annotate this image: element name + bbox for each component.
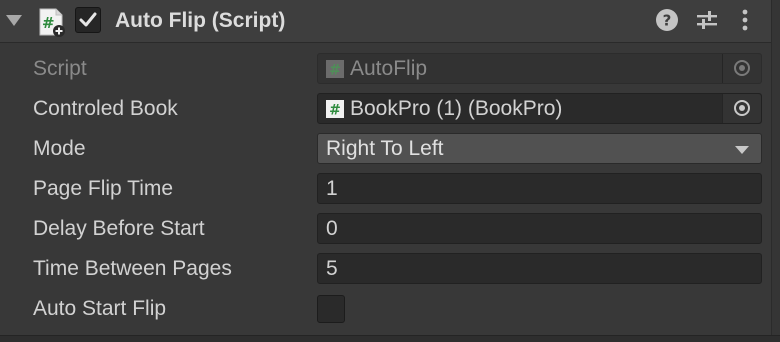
field-row-time-between-pages: Time Between Pages 5 (0, 249, 772, 289)
object-picker-button[interactable] (722, 94, 761, 123)
script-hash-icon: # (326, 100, 344, 119)
svg-text:?: ? (663, 12, 672, 30)
field-row-delay-before-start: Delay Before Start 0 (0, 209, 772, 249)
field-label-delay-before-start[interactable]: Delay Before Start (33, 216, 205, 242)
time-between-pages-value: 5 (326, 257, 338, 280)
object-picker-icon (734, 60, 750, 76)
time-between-pages-input[interactable]: 5 (317, 253, 762, 284)
component-enabled-checkbox[interactable] (75, 7, 101, 33)
script-field-value: AutoFlip (350, 57, 428, 80)
panel-bottom-border (0, 335, 780, 342)
inspector-component-panel: # Auto Flip (Script) ? Script # AutoFlip… (0, 0, 780, 342)
field-row-mode: Mode Right To Left (0, 129, 772, 169)
mode-dropdown-value: Right To Left (326, 137, 444, 160)
script-hash-icon: # (39, 8, 65, 37)
field-label-mode: Mode (33, 137, 86, 160)
panel-right-border (771, 0, 780, 342)
svg-text:#: # (42, 14, 55, 32)
field-row-script: Script # AutoFlip (0, 49, 772, 89)
object-picker-icon (734, 100, 750, 116)
field-label-auto-start-flip: Auto Start Flip (33, 297, 167, 320)
svg-text:#: # (329, 103, 341, 119)
presets-sliders-icon[interactable] (695, 8, 719, 32)
component-title: Auto Flip (Script) (115, 9, 286, 32)
svg-text:#: # (329, 63, 341, 79)
field-row-auto-start-flip: Auto Start Flip (0, 289, 772, 329)
page-flip-time-value: 1 (326, 177, 338, 200)
controlled-book-value: BookPro (1) (BookPro) (350, 97, 563, 120)
object-picker-button (722, 54, 761, 83)
mode-dropdown[interactable]: Right To Left (317, 133, 762, 164)
field-label-time-between-pages[interactable]: Time Between Pages (33, 256, 232, 282)
controlled-book-object-field[interactable]: # BookPro (1) (BookPro) (317, 93, 762, 124)
help-icon[interactable]: ? (655, 8, 679, 32)
field-label-page-flip-time[interactable]: Page Flip Time (33, 176, 173, 202)
foldout-arrow-icon[interactable] (6, 15, 22, 26)
delay-before-start-value: 0 (326, 217, 338, 240)
field-row-controlled-book: Controled Book # BookPro (1) (BookPro) (0, 89, 772, 129)
delay-before-start-input[interactable]: 0 (317, 213, 762, 244)
checkmark-icon (79, 12, 97, 27)
script-hash-icon: # (326, 60, 344, 79)
component-header[interactable]: # Auto Flip (Script) ? (0, 0, 772, 43)
chevron-down-icon (735, 146, 749, 154)
field-row-page-flip-time: Page Flip Time 1 (0, 169, 772, 209)
field-label-script: Script (33, 57, 87, 80)
page-flip-time-input[interactable]: 1 (317, 173, 762, 204)
field-label-controlled-book: Controled Book (33, 97, 178, 120)
kebab-menu-icon[interactable] (735, 8, 755, 32)
script-object-field: # AutoFlip (317, 53, 762, 84)
auto-start-flip-checkbox[interactable] (317, 295, 345, 323)
